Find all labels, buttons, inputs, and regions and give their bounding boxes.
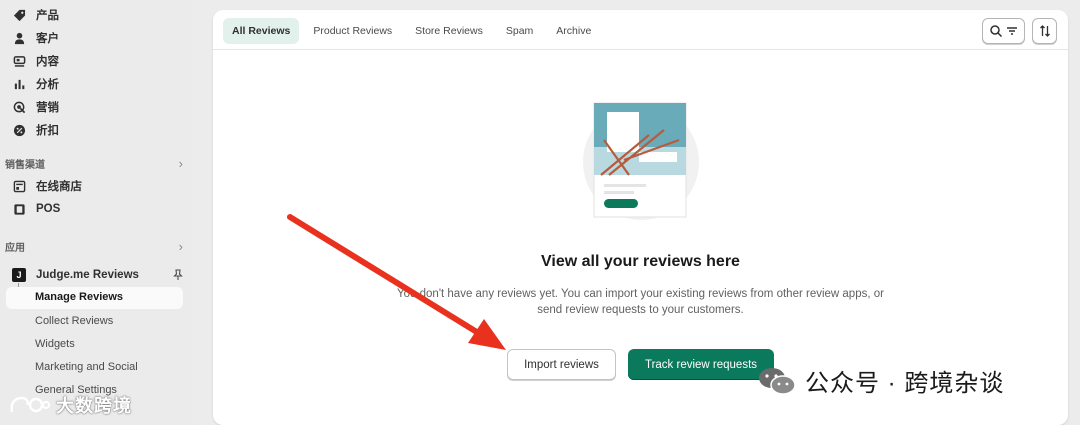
watermark-right-text: 公众号 · 跨境杂谈 xyxy=(805,370,1005,397)
nav-item-customers[interactable]: 客户 xyxy=(12,28,59,48)
sales-channels-header[interactable]: 销售渠道 › xyxy=(5,155,183,171)
nav-item-pos[interactable]: POS xyxy=(12,199,60,219)
pos-icon xyxy=(12,202,26,216)
watermark-logo-icon xyxy=(10,396,50,413)
sub-item-label: Widgets xyxy=(35,338,75,350)
watermark-left-text: 大数跨境 xyxy=(56,396,132,416)
sidebar: 产品 客户 内容 分析 营销 折扣 销售渠道 › 在线商店 POS 应用 › J… xyxy=(0,0,193,425)
app-judgeme[interactable]: J Judge.me Reviews xyxy=(12,266,184,284)
target-icon xyxy=(12,100,26,114)
tab-store-reviews[interactable]: Store Reviews xyxy=(406,18,492,44)
sub-item-manage-reviews[interactable]: Manage Reviews xyxy=(6,287,183,309)
tag-icon xyxy=(12,8,26,22)
empty-state-description: You don't have any reviews yet. You can … xyxy=(397,288,884,316)
tab-divider xyxy=(213,49,1068,50)
nav-item-label: 客户 xyxy=(36,33,59,45)
sort-button[interactable] xyxy=(1032,18,1057,44)
nav-item-label: 在线商店 xyxy=(36,181,82,193)
nav-item-marketing[interactable]: 营销 xyxy=(12,97,59,117)
watermark-left: 大数跨境 xyxy=(8,392,132,418)
pin-icon[interactable] xyxy=(172,269,184,281)
tab-all-reviews[interactable]: All Reviews xyxy=(223,18,300,44)
nav-item-content[interactable]: 内容 xyxy=(12,51,59,71)
search-icon xyxy=(989,25,1002,38)
nav-item-online-store[interactable]: 在线商店 xyxy=(12,176,82,196)
watermark-right: 公众号 · 跨境杂谈 xyxy=(757,363,1004,398)
bar-chart-icon xyxy=(12,77,26,91)
chevron-right-icon: › xyxy=(178,238,183,254)
content-icon xyxy=(12,54,26,68)
app-name: Judge.me Reviews xyxy=(36,269,139,281)
section-title: 应用 xyxy=(5,242,25,254)
nav-item-discounts[interactable]: 折扣 xyxy=(12,120,59,140)
nav-item-label: 折扣 xyxy=(36,125,59,137)
empty-state-title: View all your reviews here xyxy=(541,253,740,270)
sub-item-widgets[interactable]: Widgets xyxy=(35,335,75,353)
nav-item-label: 产品 xyxy=(36,10,59,22)
sub-item-collect-reviews[interactable]: Collect Reviews xyxy=(35,312,113,330)
import-reviews-button[interactable]: Import reviews xyxy=(507,349,616,380)
section-title: 销售渠道 xyxy=(5,159,45,171)
nav-item-label: 分析 xyxy=(36,79,59,91)
sub-item-label: Marketing and Social xyxy=(35,361,138,373)
judgeme-logo-icon: J xyxy=(12,268,26,282)
tab-product-reviews[interactable]: Product Reviews xyxy=(304,18,401,44)
search-filter-button[interactable] xyxy=(982,18,1025,44)
store-icon xyxy=(12,179,26,193)
nav-item-products[interactable]: 产品 xyxy=(12,5,59,25)
track-review-requests-button[interactable]: Track review requests xyxy=(628,349,774,380)
nav-item-analytics[interactable]: 分析 xyxy=(12,74,59,94)
person-icon xyxy=(12,31,26,45)
sub-item-label: Manage Reviews xyxy=(35,291,124,303)
sort-icon xyxy=(1039,25,1050,37)
sub-item-label: Collect Reviews xyxy=(35,315,114,327)
apps-header[interactable]: 应用 › xyxy=(5,238,183,254)
tab-spam[interactable]: Spam xyxy=(497,18,542,44)
nav-item-label: POS xyxy=(36,203,61,215)
filter-icon xyxy=(1006,27,1017,35)
chevron-right-icon: › xyxy=(178,155,183,171)
reviews-illustration xyxy=(583,102,699,220)
sub-item-marketing-social[interactable]: Marketing and Social xyxy=(35,358,138,376)
wechat-icon xyxy=(759,367,796,395)
nav-item-label: 营销 xyxy=(36,102,59,114)
nav-item-label: 内容 xyxy=(36,56,59,68)
tab-archive[interactable]: Archive xyxy=(547,18,600,44)
review-tabs: All Reviews Product Reviews Store Review… xyxy=(223,18,605,44)
discount-icon xyxy=(12,123,26,137)
